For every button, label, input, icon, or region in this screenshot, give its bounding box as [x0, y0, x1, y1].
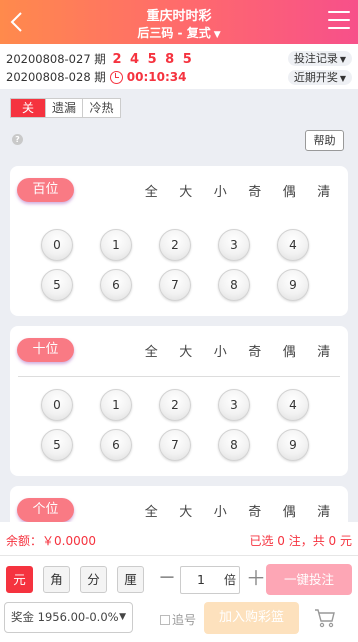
current-issue: 20200808-028 期 [6, 70, 106, 84]
quick-pick-big[interactable]: 大 [169, 181, 204, 200]
chevron-down-icon: ▼ [339, 55, 346, 64]
quick-pick-odd[interactable]: 奇 [238, 181, 273, 200]
number-ball[interactable]: 5 [41, 429, 73, 461]
quick-pick-odd[interactable]: 奇 [238, 501, 273, 520]
number-ball[interactable]: 2 [159, 389, 191, 421]
number-ball[interactable]: 4 [277, 389, 309, 421]
number-ball[interactable]: 9 [277, 429, 309, 461]
last-draw-numbers: 2 4 5 8 5 [112, 52, 194, 67]
bet-panel: 余额：￥0.0000 已选 0 注，共 0 元 元 角 分 厘 － 1 倍 ＋ … [0, 522, 358, 642]
position-label: 百位 [17, 178, 74, 202]
number-ball[interactable]: 3 [218, 229, 250, 261]
position-label: 十位 [17, 338, 74, 362]
quick-pick-clear[interactable]: 清 [307, 341, 342, 360]
number-ball[interactable]: 6 [100, 429, 132, 461]
last-issue: 20200808-027 期 [6, 52, 106, 66]
quick-pick-all[interactable]: 全 [134, 501, 169, 520]
chase-checkbox[interactable]: 追号 [160, 611, 196, 628]
number-ball[interactable]: 6 [100, 269, 132, 301]
quick-pick-all[interactable]: 全 [134, 341, 169, 360]
position-label: 个位 [17, 498, 74, 522]
divider [0, 555, 358, 556]
quick-pick-small[interactable]: 小 [203, 181, 238, 200]
quick-pick-even[interactable]: 偶 [272, 341, 307, 360]
bonus-value: 奖金 1956.00-0.0% [11, 610, 119, 624]
chevron-down-icon: ▼ [339, 74, 346, 83]
chevron-down-icon: ▼ [119, 612, 126, 622]
number-ball[interactable]: 0 [41, 389, 73, 421]
quick-pick-even[interactable]: 偶 [272, 501, 307, 520]
question-icon[interactable]: ? [12, 134, 23, 145]
quick-pick-all[interactable]: 全 [134, 181, 169, 200]
bet-records-label: 投注记录 [293, 52, 338, 65]
quick-pick-clear[interactable]: 清 [307, 181, 342, 200]
last-draw-row: 20200808-027 期 2 4 5 8 5 [6, 51, 194, 67]
chevron-down-icon: ▼ [213, 30, 221, 40]
balance-text: 余额：￥0.0000 [6, 534, 96, 548]
number-ball[interactable]: 8 [218, 429, 250, 461]
current-draw-row: 20200808-028 期 00:10:34 [6, 69, 187, 85]
multiplier-label: 倍 [223, 573, 236, 587]
tab-off[interactable]: 关 [11, 99, 46, 117]
quick-pick-big[interactable]: 大 [169, 501, 204, 520]
divider [18, 376, 340, 377]
draw-info-bar: 20200808-027 期 2 4 5 8 5 20200808-028 期 … [0, 44, 358, 89]
page-title: 重庆时时彩 [146, 9, 212, 24]
number-ball[interactable]: 0 [41, 229, 73, 261]
bonus-select[interactable]: 奖金 1956.00-0.0% ▼ [4, 602, 133, 633]
number-ball[interactable]: 2 [159, 229, 191, 261]
menu-icon[interactable] [328, 11, 350, 31]
number-ball[interactable]: 9 [277, 269, 309, 301]
number-ball[interactable]: 1 [100, 389, 132, 421]
recent-draws-label: 近期开奖 [293, 71, 338, 84]
bet-records-button[interactable]: 投注记录 ▼ [287, 51, 352, 66]
quick-pick-row: 全 大 小 奇 偶 清 [134, 181, 341, 200]
quick-pick-row: 全 大 小 奇 偶 清 [134, 341, 341, 360]
quick-pick-odd[interactable]: 奇 [238, 341, 273, 360]
quick-pick-small[interactable]: 小 [203, 501, 238, 520]
number-ball[interactable]: 7 [159, 429, 191, 461]
position-card-hundreds: 百位 全 大 小 奇 偶 清 0 1 2 3 4 5 6 7 8 9 [10, 166, 348, 316]
cart-icon[interactable] [314, 608, 336, 628]
tab-hot-cold[interactable]: 冷热 [83, 99, 120, 117]
quick-pick-row: 全 大 小 奇 偶 清 [134, 501, 341, 520]
countdown-timer: 00:10:34 [126, 70, 187, 84]
add-to-cart-button[interactable]: 加入购彩篮 [204, 602, 299, 634]
number-ball[interactable]: 8 [218, 269, 250, 301]
mode-toggle: 关 遗漏 冷热 [10, 98, 121, 118]
quick-pick-big[interactable]: 大 [169, 341, 204, 360]
unit-jiao-button[interactable]: 角 [43, 566, 70, 593]
recent-draws-button[interactable]: 近期开奖 ▼ [287, 70, 352, 85]
number-ball[interactable]: 1 [100, 229, 132, 261]
position-card-tens: 十位 全 大 小 奇 偶 清 0 1 2 3 4 5 6 7 8 9 [10, 326, 348, 476]
unit-li-button[interactable]: 厘 [117, 566, 144, 593]
play-type-selector[interactable]: 后三码 - 复式 ▼ [0, 24, 358, 41]
quick-pick-clear[interactable]: 清 [307, 501, 342, 520]
quick-pick-small[interactable]: 小 [203, 341, 238, 360]
multiplier-value: 1 [197, 572, 205, 587]
clock-icon [109, 70, 123, 84]
number-ball[interactable]: 4 [277, 229, 309, 261]
app-header: 重庆时时彩 后三码 - 复式 ▼ [0, 0, 358, 44]
selection-summary: 已选 0 注，共 0 元 [249, 534, 352, 548]
unit-yuan-button[interactable]: 元 [6, 566, 33, 593]
minus-button[interactable]: － [158, 566, 176, 593]
number-ball[interactable]: 3 [218, 389, 250, 421]
one-key-bet-button[interactable]: 一键投注 [266, 564, 352, 595]
tab-missing[interactable]: 遗漏 [46, 99, 83, 117]
quick-pick-even[interactable]: 偶 [272, 181, 307, 200]
plus-button[interactable]: ＋ [246, 566, 266, 593]
number-ball[interactable]: 7 [159, 269, 191, 301]
checkbox-icon [160, 614, 170, 625]
unit-fen-button[interactable]: 分 [80, 566, 107, 593]
number-ball[interactable]: 5 [41, 269, 73, 301]
chase-label: 追号 [172, 613, 197, 627]
help-button[interactable]: 帮助 [305, 130, 344, 151]
multiplier-field[interactable]: 1 倍 [180, 566, 240, 594]
play-type-label: 后三码 - 复式 [137, 26, 211, 40]
